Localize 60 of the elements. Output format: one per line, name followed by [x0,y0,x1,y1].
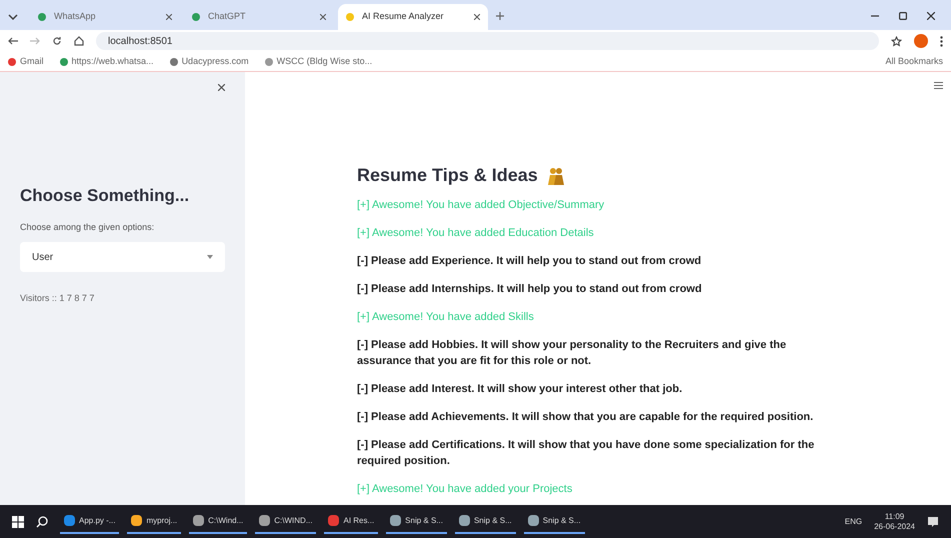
taskbar-app[interactable]: C:\WIND... [255,510,316,534]
taskbar-app[interactable]: C:\Wind... [189,510,248,534]
all-bookmarks-link[interactable]: All Bookmarks [885,54,943,68]
favicon-icon [192,13,200,21]
tip-text: [-] Please add Interest. It will show your interest other that job. [357,382,684,397]
tip-text: [-] Please add Experience. It will help you to stand out from crowd [357,254,702,269]
star-icon[interactable] [891,36,902,46]
tip-text: [-] Please add Achievements. It will show that you are capable for the required position. [357,410,814,425]
reload-icon[interactable] [52,36,62,46]
people-icon [546,166,566,186]
minimize-icon[interactable] [871,15,879,17]
taskbar-app[interactable]: myproj... [127,510,182,534]
tip-text: [+] Awesome! You have added Skills [357,310,535,325]
notification-icon[interactable] [927,516,939,528]
windows-start-icon[interactable] [12,516,24,528]
menu-icon[interactable] [934,82,943,89]
select-dropdown[interactable]: User [20,242,225,272]
profile-avatar[interactable] [914,34,928,48]
favicon-icon [346,13,354,21]
bookmark-link[interactable]: https://web.whatsa... [60,54,154,68]
back-icon[interactable] [8,37,18,45]
browser-tab[interactable]: WhatsApp [30,4,180,30]
clock-date[interactable]: 26-06-2024 [874,522,915,532]
browser-tab[interactable]: ChatGPT [184,4,334,30]
tip-text: [-] Please add Hobbies. It will show your personality to the Recruiters and give the assurance that you are fit for this role or not. [357,338,788,369]
taskbar-app[interactable]: AI Res... [324,510,378,534]
tip-text: [-] Please add Internships. It will help you to stand out from crowd [357,282,703,297]
taskbar-app[interactable]: Snip & S... [454,510,516,534]
clock-time[interactable]: 11:09 [884,512,904,522]
close-icon[interactable] [218,84,225,91]
sidebar-heading: Choose Something... [20,185,190,207]
url-text: localhost:8501 [108,34,172,48]
close-icon[interactable] [927,12,935,20]
search-icon[interactable] [36,516,48,528]
favicon-icon [38,13,46,21]
tab-list-icon[interactable] [8,14,18,20]
bookmark-link[interactable]: Udacypress.com [170,54,249,68]
new-tab-icon[interactable] [496,12,504,20]
kebab-menu-icon[interactable] [940,36,943,46]
browser-tab[interactable]: AI Resume Analyzer [338,4,488,30]
bookmark-link[interactable]: Gmail [8,54,44,68]
caret-icon [207,255,213,259]
close-icon[interactable] [166,14,172,20]
language-indicator[interactable]: ENG [844,516,862,528]
tip-text: [+] Awesome! You have added Education Details [357,226,595,241]
tip-text: [+] Awesome! You have added Objective/Summary [357,198,606,213]
taskbar-app[interactable]: Snip & S... [386,510,447,534]
close-icon[interactable] [474,14,480,20]
bookmark-link[interactable]: WSCC (Bldg Wise sto... [264,54,372,68]
select-label: Choose among the given options: [20,220,156,234]
close-icon[interactable] [320,14,326,20]
tip-text: [-] Please add Certifications. It will show that you have done some specialization for the required position. [357,438,816,469]
taskbar-app[interactable]: App.py -... [60,510,120,534]
visitor-count: Visitors :: 1 7 8 7 7 [20,292,96,305]
page-title: Resume Tips & Ideas [357,164,538,187]
maximize-icon[interactable] [899,12,907,20]
home-icon[interactable] [74,36,84,46]
taskbar-app[interactable]: Snip & S... [524,510,585,534]
tip-text: [+] Awesome! You have added your Projects [357,482,574,497]
address-bar[interactable]: localhost:8501 [96,32,879,50]
